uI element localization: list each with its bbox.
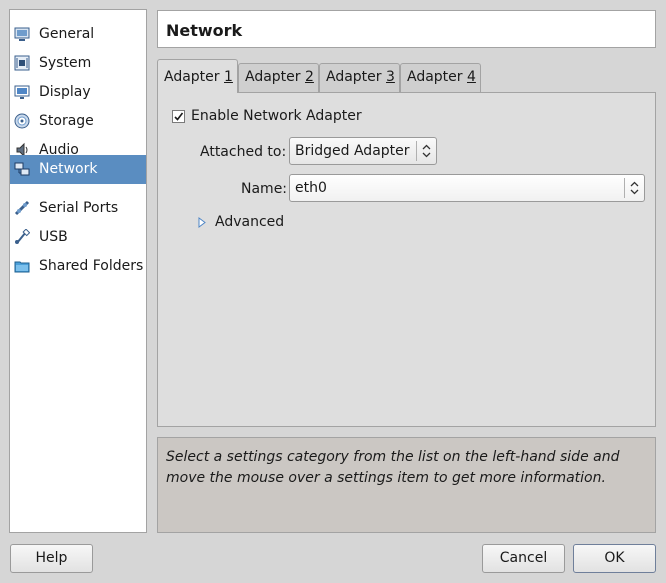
tab-label: Adapter xyxy=(164,69,224,85)
sidebar-item-shared-folders[interactable]: Shared Folders xyxy=(10,252,146,281)
attached-to-value: Bridged Adapter xyxy=(295,143,410,159)
sidebar-item-label: Shared Folders xyxy=(39,258,144,274)
storage-icon xyxy=(14,113,30,129)
advanced-expander[interactable]: Advanced xyxy=(196,211,336,233)
ok-button[interactable]: OK xyxy=(573,544,656,573)
sidebar-item-system[interactable]: System xyxy=(10,49,146,78)
checkmark-icon xyxy=(174,112,184,121)
expand-triangle-icon xyxy=(198,216,206,232)
adapter-panel: Enable Network Adapter Attached to: Brid… xyxy=(157,92,656,427)
settings-category-list: General System Display Storage Audio Net… xyxy=(9,9,147,533)
sidebar-item-label: Network xyxy=(39,161,98,177)
tab-label: Adapter xyxy=(407,69,467,85)
help-button[interactable]: Help xyxy=(10,544,93,573)
display-icon xyxy=(14,84,30,100)
tab-mnemonic: 3 xyxy=(386,69,395,85)
tab-adapter-1[interactable]: Adapter 1 xyxy=(157,59,238,93)
enable-adapter-checkbox[interactable] xyxy=(172,110,185,123)
tab-mnemonic: 4 xyxy=(467,69,476,85)
sidebar-item-label: Storage xyxy=(39,113,94,129)
tab-mnemonic: 2 xyxy=(305,69,314,85)
usb-icon xyxy=(14,228,31,245)
updown-arrows-icon xyxy=(624,178,644,198)
name-select[interactable]: eth0 xyxy=(289,174,645,202)
tab-adapter-4[interactable]: Adapter 4 xyxy=(400,63,481,92)
tab-label: Adapter xyxy=(245,69,305,85)
sidebar-item-storage[interactable]: Storage xyxy=(10,107,146,136)
page-title: Network xyxy=(166,21,243,40)
sidebar-item-serial-ports[interactable]: Serial Ports xyxy=(10,194,146,223)
tab-mnemonic: 1 xyxy=(224,69,233,85)
cancel-button[interactable]: Cancel xyxy=(482,544,565,573)
tab-label: Adapter xyxy=(326,69,386,85)
tab-adapter-2[interactable]: Adapter 2 xyxy=(238,63,319,92)
attached-to-label: Attached to: xyxy=(200,144,287,160)
sidebar-item-label: System xyxy=(39,55,92,71)
advanced-label: Advanced xyxy=(215,214,285,230)
page-header: Network xyxy=(157,10,656,48)
sidebar-item-label: Display xyxy=(39,84,91,100)
system-icon xyxy=(14,55,30,71)
name-label: Name: xyxy=(241,181,288,197)
sidebar-item-display[interactable]: Display xyxy=(10,78,146,107)
info-text: Select a settings category from the list… xyxy=(166,449,620,486)
sidebar-item-general[interactable]: General xyxy=(10,20,146,49)
serial-ports-icon xyxy=(14,200,30,216)
sidebar-item-label: General xyxy=(39,26,95,42)
sidebar-item-label: Serial Ports xyxy=(39,200,119,216)
enable-adapter-label[interactable]: Enable Network Adapter xyxy=(191,108,362,124)
updown-arrows-icon xyxy=(416,141,436,161)
sidebar-item-label: USB xyxy=(39,229,68,245)
network-icon xyxy=(14,161,30,177)
sidebar-item-network[interactable]: Network xyxy=(10,155,146,184)
shared-folders-icon xyxy=(14,258,30,274)
sidebar-item-usb[interactable]: USB xyxy=(10,223,146,252)
general-icon xyxy=(14,26,30,42)
info-box: Select a settings category from the list… xyxy=(157,437,656,533)
tab-adapter-3[interactable]: Adapter 3 xyxy=(319,63,400,92)
name-value: eth0 xyxy=(295,180,327,196)
attached-to-select[interactable]: Bridged Adapter xyxy=(289,137,437,165)
